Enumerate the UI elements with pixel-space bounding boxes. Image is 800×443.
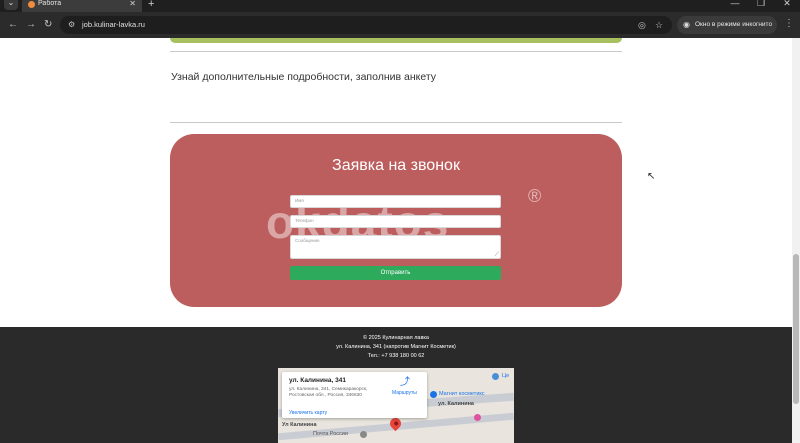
registered-mark: ® (528, 186, 542, 206)
map-place-name: ул. Калинина, 341 (289, 377, 346, 384)
poi-icon[interactable] (474, 414, 481, 421)
browser-tab[interactable]: Работа ✕ (22, 0, 142, 12)
resize-handle-icon[interactable]: ⟋ (495, 252, 499, 258)
reload-icon[interactable]: ↻ (44, 19, 52, 31)
accent-strip (170, 38, 622, 43)
incognito-icon: ◉ (683, 20, 690, 29)
window-controls: — ❐ ✕ (722, 0, 800, 9)
enlarge-map-link[interactable]: Увеличить карту (289, 410, 327, 416)
browser-tab-bar: ⌄ Работа ✕ + — ❐ ✕ (0, 0, 800, 12)
map-place-address: ул. Калинина, 341, Семикаракорск, Ростов… (289, 387, 368, 398)
map-pin-center (392, 420, 399, 427)
callback-form-section: okdatos ® Заявка на звонок Имя Телефон С… (170, 134, 622, 307)
minimize-icon[interactable]: — (722, 0, 748, 9)
divider (170, 122, 622, 123)
message-field[interactable]: Сообщение ⟋ (290, 235, 501, 259)
forward-icon[interactable]: → (26, 19, 36, 31)
message-placeholder: Сообщение (295, 238, 320, 243)
incognito-label: Окно в режиме инкогнито (695, 21, 773, 28)
directions-icon[interactable]: ⤴ (400, 378, 410, 388)
footer-phone: Тел.: +7 938 180 00 62 (367, 353, 425, 359)
mouse-cursor-icon: ↖ (647, 171, 656, 182)
close-window-icon[interactable]: ✕ (774, 0, 800, 9)
tab-title: Работа (38, 0, 62, 7)
copyright: © 2025 Кулинарная лавка (363, 335, 429, 341)
browser-toolbar: ← → ↻ ⚙ job.kulinar-lavka.ru ◎ ☆ ◉ Окно … (0, 12, 800, 38)
restore-icon[interactable]: ❐ (748, 0, 774, 9)
site-info-icon[interactable]: ⚙ (68, 19, 75, 31)
post-office-icon[interactable] (360, 431, 367, 438)
form-invitation-text: Узнай дополнительные подробности, заполн… (171, 71, 437, 83)
map-info-card: ул. Калинина, 341 ул. Калинина, 341, Сем… (282, 372, 427, 418)
routes-link[interactable]: Маршруты (392, 390, 417, 396)
url-text[interactable]: job.kulinar-lavka.ru (82, 20, 145, 30)
name-field[interactable]: Имя (290, 195, 501, 208)
divider (170, 51, 622, 52)
new-tab-button[interactable]: + (148, 0, 154, 10)
address-bar[interactable]: ⚙ job.kulinar-lavka.ru ◎ ☆ (60, 16, 672, 34)
bookmark-star-icon[interactable]: ☆ (655, 19, 663, 31)
poi-label[interactable]: Це (502, 373, 509, 380)
poi-icon[interactable] (492, 373, 499, 380)
back-icon[interactable]: ← (8, 19, 18, 31)
footer-address: ул. Калинина, 341 (напротив Магнит Косме… (336, 344, 456, 350)
eye-off-icon[interactable]: ◎ (638, 19, 646, 31)
page-content: Узнай дополнительные подробности, заполн… (0, 38, 792, 443)
favicon-icon (28, 1, 35, 8)
page-scrollbar[interactable] (792, 38, 800, 443)
poi-label[interactable]: Магнит косметикс (439, 391, 485, 398)
tab-search-button[interactable]: ⌄ (4, 0, 18, 10)
phone-field[interactable]: Телефон (290, 215, 501, 228)
road-label: Ул Калинина (282, 422, 317, 428)
incognito-badge[interactable]: ◉ Окно в режиме инкогнито (677, 16, 777, 34)
road-label: ул. Калинина (438, 401, 474, 407)
form-title: Заявка на звонок (332, 157, 460, 174)
tab-close-icon[interactable]: ✕ (129, 0, 136, 9)
poi-label[interactable]: Почта России (313, 431, 348, 438)
footer: © 2025 Кулинарная лавка ул. Калинина, 34… (0, 327, 792, 443)
poi-icon[interactable] (430, 391, 437, 398)
submit-button[interactable]: Отправить (290, 266, 501, 280)
more-menu-icon[interactable]: ⋮ (784, 18, 794, 30)
scrollbar-thumb[interactable] (793, 254, 799, 404)
embedded-map[interactable]: ул. Калинина Ул Калинина Магнит косметик… (278, 368, 514, 443)
